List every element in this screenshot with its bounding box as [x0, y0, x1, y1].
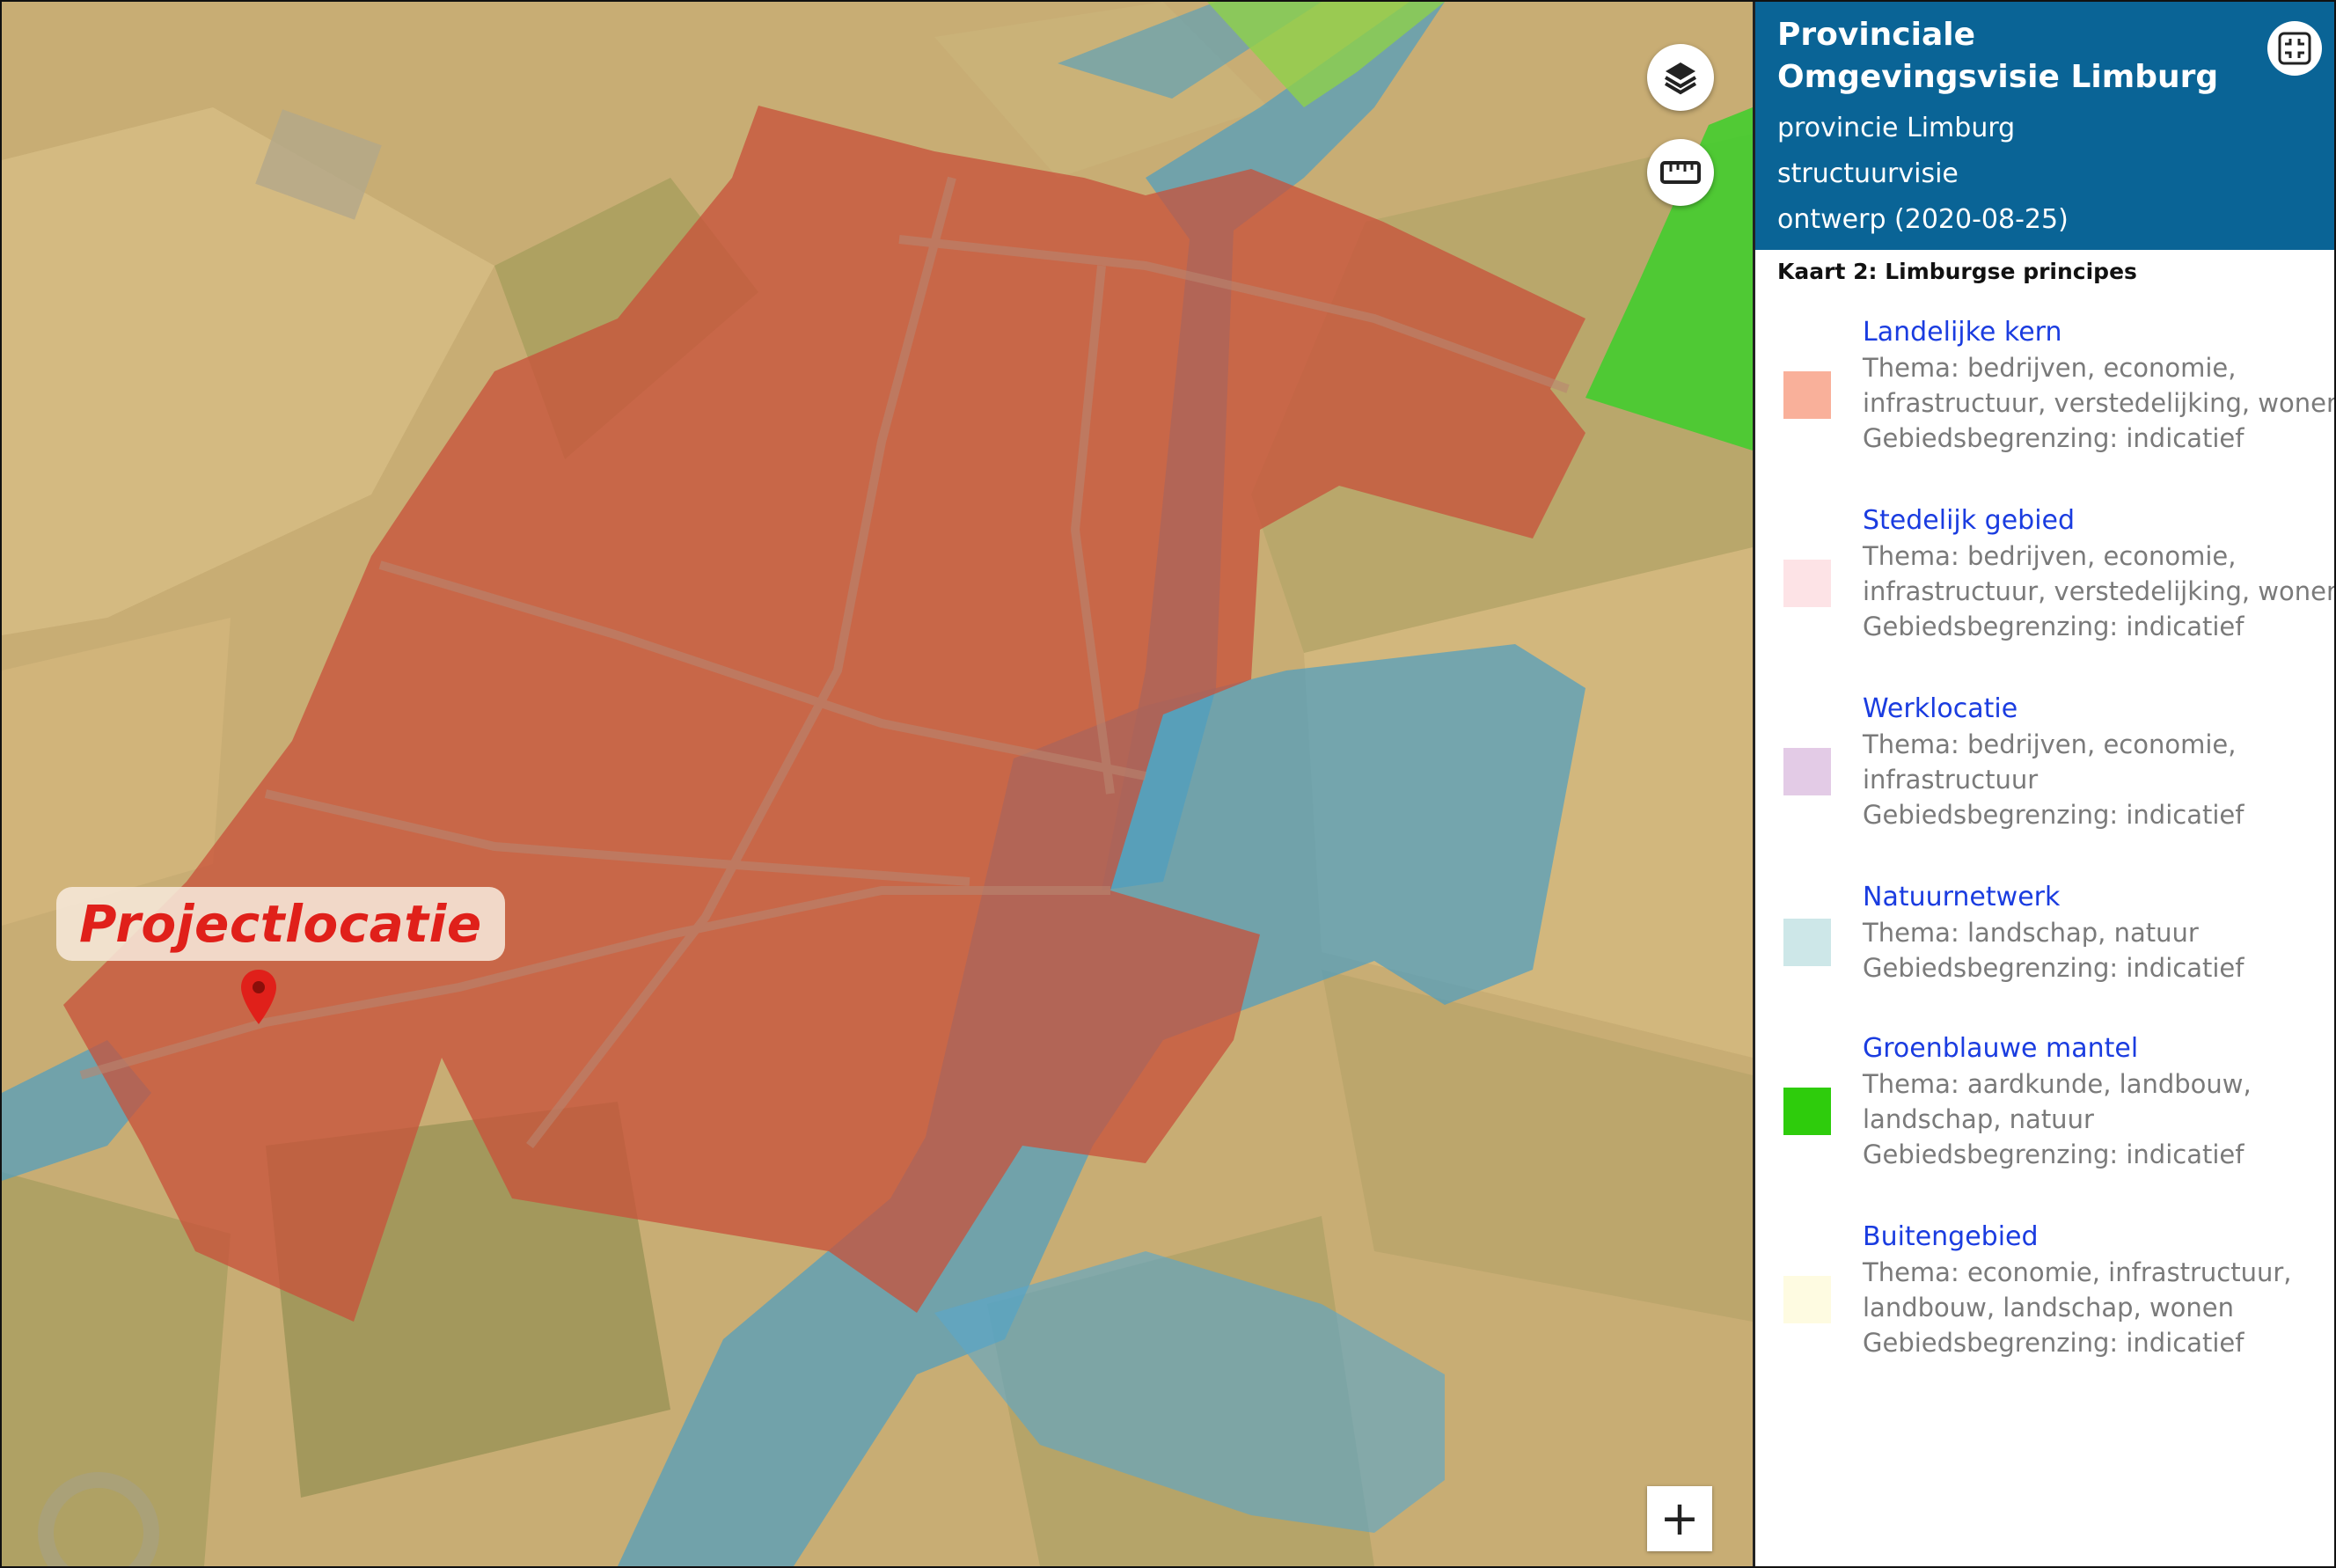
- panel-header: Provinciale Omgevingsvisie Limburg provi…: [1755, 2, 2334, 250]
- legend-description-line: infrastructuur: [1863, 765, 2039, 795]
- legend-item: Stedelijk gebied Thema: bedrijven, econom…: [1755, 505, 2336, 672]
- legend-description: Thema: bedrijven, economie, infrastructuu…: [1863, 539, 2336, 644]
- legend-swatch: [1783, 919, 1831, 966]
- map-canvas[interactable]: + Projectlocatie: [2, 2, 1753, 1566]
- layers-icon: [1664, 62, 1697, 95]
- legend-description-line: Gebiedsbegrenzing: indicatief: [1863, 1328, 2244, 1358]
- legend-description-line: Thema: bedrijven, economie,: [1863, 353, 2237, 383]
- legend-title-link[interactable]: Buitengebied: [1863, 1221, 2039, 1252]
- legend-description-line: Thema: bedrijven, economie,: [1863, 729, 2237, 759]
- project-location-label: Projectlocatie: [56, 887, 505, 961]
- legend-description-line: landbouw, landschap, wonen: [1863, 1293, 2235, 1323]
- legend-description-line: landschap, natuur: [1863, 1104, 2094, 1134]
- legend-item: Buitengebied Thema: economie, infrastruct…: [1755, 1221, 2334, 1388]
- legend-description-line: Thema: landschap, natuur: [1863, 918, 2199, 948]
- plan-authority: provincie Limburg: [1777, 113, 2016, 143]
- legend-description-line: infrastructuur, verstedelijking, wonen: [1863, 576, 2336, 606]
- legend-description-line: Thema: economie, infrastructuur,: [1863, 1257, 2292, 1287]
- legend-description-line: Gebiedsbegrenzing: indicatief: [1863, 612, 2244, 641]
- ruler-icon: [1660, 161, 1701, 184]
- viewer-frame: + Projectlocatie Provinciale Omgevingsvi…: [0, 0, 2336, 1568]
- legend-swatch: [1783, 1088, 1831, 1135]
- legend-description-line: infrastructuur, verstedelijking, wonen: [1863, 388, 2336, 418]
- legend-title-link[interactable]: Groenblauwe mantel: [1863, 1033, 2138, 1064]
- project-location-text: Projectlocatie: [79, 894, 482, 954]
- plan-title: Provinciale Omgevingsvisie Limburg: [1777, 17, 2219, 95]
- plan-status: ontwerp (2020-08-25): [1777, 204, 2069, 235]
- legend-description-line: Gebiedsbegrenzing: indicatief: [1863, 800, 2244, 830]
- legend-description: Thema: economie, infrastructuur, landbouw…: [1863, 1255, 2329, 1360]
- legend-item: Werklocatie Thema: bedrijven, economie, in…: [1755, 693, 2334, 861]
- legend-swatch: [1783, 748, 1831, 795]
- zoom-in-button[interactable]: +: [1647, 1486, 1712, 1551]
- legend-description-line: Gebiedsbegrenzing: indicatief: [1863, 1139, 2244, 1169]
- measure-button[interactable]: [1647, 139, 1714, 206]
- plan-type: structuurvisie: [1777, 158, 1959, 189]
- legend-title-link[interactable]: Stedelijk gebied: [1863, 505, 2075, 536]
- legend-description-line: Gebiedsbegrenzing: indicatief: [1863, 953, 2244, 983]
- legend-item: Landelijke kern Thema: bedrijven, economi…: [1755, 317, 2336, 484]
- legend-title-link[interactable]: Werklocatie: [1863, 693, 2017, 724]
- legend-description-line: Thema: aardkunde, landbouw,: [1863, 1069, 2252, 1099]
- legend-title-link[interactable]: Natuurnetwerk: [1863, 882, 2060, 912]
- legend-description-line: Thema: bedrijven, economie,: [1863, 541, 2237, 571]
- layers-button[interactable]: [1647, 44, 1714, 111]
- map-name: Kaart 2: Limburgse principes: [1777, 259, 2137, 284]
- legend-item: Natuurnetwerk Thema: landschap, natuur Geb…: [1755, 882, 2334, 1049]
- info-panel: Provinciale Omgevingsvisie Limburg provi…: [1753, 2, 2336, 1566]
- legend-item: Groenblauwe mantel Thema: aardkunde, land…: [1755, 1033, 2334, 1200]
- minimize-icon: [2278, 32, 2311, 65]
- aerial-map-layers: [2, 2, 1753, 1566]
- legend-swatch: [1783, 1276, 1831, 1323]
- legend-swatch: [1783, 371, 1831, 419]
- legend-description: Thema: bedrijven, economie, infrastructuu…: [1863, 727, 2329, 832]
- legend-description: Thema: landschap, natuur Gebiedsbegrenzin…: [1863, 915, 2329, 985]
- legend-description: Thema: bedrijven, economie, infrastructuu…: [1863, 350, 2336, 456]
- legend-description: Thema: aardkunde, landbouw, landschap, na…: [1863, 1066, 2329, 1172]
- legend-title-link[interactable]: Landelijke kern: [1863, 317, 2062, 348]
- collapse-panel-button[interactable]: [2267, 21, 2322, 76]
- legend-description-line: Gebiedsbegrenzing: indicatief: [1863, 423, 2244, 453]
- location-pin-icon[interactable]: [239, 968, 278, 1029]
- legend-swatch: [1783, 560, 1831, 607]
